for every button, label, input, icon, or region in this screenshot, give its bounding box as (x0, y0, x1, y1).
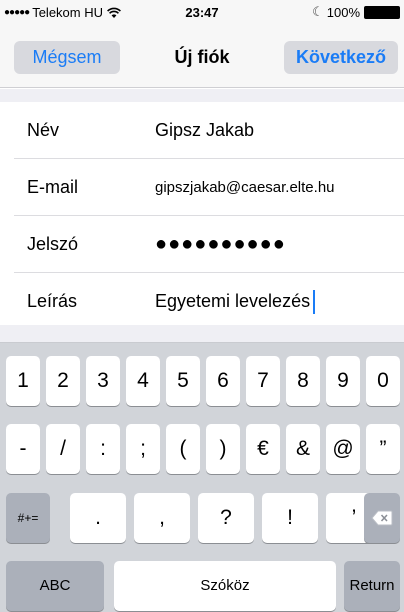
key-quote[interactable]: ” (366, 424, 400, 474)
name-row[interactable]: Név Gipsz Jakab (14, 102, 404, 159)
password-field[interactable]: ●●●●●●●●●● (155, 216, 286, 273)
moon-icon: ☾ (312, 4, 324, 19)
status-right: ☾ 100% (312, 4, 400, 20)
key-4[interactable]: 4 (126, 356, 160, 406)
password-label: Jelszó (27, 234, 79, 254)
keyboard-separator (0, 325, 404, 343)
description-label: Leírás (27, 291, 78, 311)
battery-percent: 100% (326, 4, 360, 20)
key-8[interactable]: 8 (286, 356, 320, 406)
key-9[interactable]: 9 (326, 356, 360, 406)
symbols-shift-key[interactable]: #+= (6, 493, 50, 543)
return-key[interactable]: Return (344, 561, 400, 611)
account-form: Név Gipsz Jakab E-mail gipszjakab@caesar… (0, 102, 404, 330)
email-row[interactable]: E-mail gipszjakab@caesar.elte.hu (14, 159, 404, 216)
key-semicolon[interactable]: ; (126, 424, 160, 474)
status-bar: ●●●●● Telekom HU 23:47 ☾ 100% (0, 0, 404, 24)
name-field[interactable]: Gipsz Jakab (155, 102, 254, 159)
key-2[interactable]: 2 (46, 356, 80, 406)
backspace-key[interactable] (364, 493, 400, 543)
navigation-bar: Mégsem Új fiók Következő (0, 24, 404, 88)
page-title: Új fiók (174, 47, 230, 67)
description-row[interactable]: Leírás Egyetemi levelezés (14, 273, 404, 330)
key-hyphen[interactable]: - (6, 424, 40, 474)
key-question[interactable]: ? (198, 493, 254, 543)
email-field[interactable]: gipszjakab@caesar.elte.hu (155, 159, 335, 216)
key-period[interactable]: . (70, 493, 126, 543)
section-gap (0, 89, 404, 102)
text-cursor (313, 290, 316, 315)
keyboard: 1 2 3 4 5 6 7 8 9 0 - / : ; ( ) € & @ ” … (0, 343, 404, 612)
key-0[interactable]: 0 (366, 356, 400, 406)
key-6[interactable]: 6 (206, 356, 240, 406)
key-close-paren[interactable]: ) (206, 424, 240, 474)
key-at[interactable]: @ (326, 424, 360, 474)
backspace-icon (371, 510, 393, 526)
key-7[interactable]: 7 (246, 356, 280, 406)
key-comma[interactable]: , (134, 493, 190, 543)
description-value: Egyetemi levelezés (155, 291, 311, 311)
key-5[interactable]: 5 (166, 356, 200, 406)
key-exclamation[interactable]: ! (262, 493, 318, 543)
key-slash[interactable]: / (46, 424, 80, 474)
key-3[interactable]: 3 (86, 356, 120, 406)
battery-icon (364, 5, 400, 19)
key-ampersand[interactable]: & (286, 424, 320, 474)
key-euro[interactable]: € (246, 424, 280, 474)
password-row[interactable]: Jelszó ●●●●●●●●●● (14, 216, 404, 273)
name-label: Név (27, 120, 60, 140)
key-colon[interactable]: : (86, 424, 120, 474)
key-1[interactable]: 1 (6, 356, 40, 406)
abc-key[interactable]: ABC (6, 561, 104, 611)
cancel-button[interactable]: Mégsem (14, 41, 120, 74)
email-label: E-mail (27, 177, 79, 197)
description-field[interactable]: Egyetemi levelezés (155, 273, 316, 330)
key-open-paren[interactable]: ( (166, 424, 200, 474)
space-key[interactable]: Szóköz (114, 561, 336, 611)
next-button[interactable]: Következő (284, 41, 398, 74)
